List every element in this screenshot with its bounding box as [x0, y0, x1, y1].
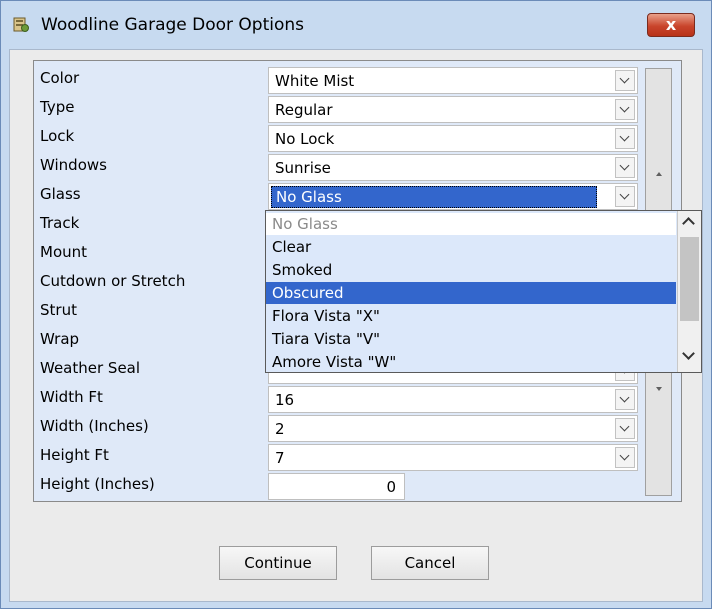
title-bar[interactable]: Woodline Garage Door Options x	[1, 1, 711, 49]
chevron-down-icon	[619, 102, 630, 113]
cell-value: No Glass	[271, 186, 597, 208]
chevron-down-icon	[619, 450, 630, 461]
dialog-window: Woodline Garage Door Options x Color Whi…	[0, 0, 712, 609]
dropdown-button[interactable]	[615, 70, 635, 91]
option-label: Amore Vista "W"	[272, 353, 397, 371]
option-label: Clear	[272, 238, 312, 256]
row-label: Cutdown or Stretch	[40, 272, 186, 290]
chevron-down-icon	[619, 392, 630, 403]
glass-select[interactable]: No Glass	[268, 183, 638, 210]
row-width-ft: Width Ft 16	[34, 384, 639, 413]
chevron-down-icon	[619, 131, 630, 142]
close-icon: x	[665, 15, 677, 34]
row-label: Lock	[40, 127, 75, 145]
lock-select[interactable]: No Lock	[268, 125, 638, 152]
row-height-ft: Height Ft 7	[34, 442, 639, 471]
scroll-up-icon[interactable]	[656, 172, 662, 176]
row-lock: Lock No Lock	[34, 123, 639, 152]
chevron-down-icon	[619, 160, 630, 171]
window-title: Woodline Garage Door Options	[41, 15, 305, 35]
row-label: Height Ft	[40, 446, 109, 464]
app-icon	[13, 17, 29, 32]
cell-value: 16	[275, 391, 295, 409]
row-label: Track	[40, 214, 80, 232]
height-inches-input[interactable]: 0	[268, 473, 405, 500]
row-label: Width Ft	[40, 388, 103, 406]
scrollbar-thumb[interactable]	[680, 237, 699, 321]
chevron-down-icon	[619, 421, 630, 432]
cell-value: Sunrise	[275, 159, 331, 177]
height-ft-select[interactable]: 7	[268, 444, 638, 471]
dropdown-button[interactable]	[615, 447, 635, 468]
row-color: Color White Mist	[34, 65, 639, 94]
row-label: Height (Inches)	[40, 475, 155, 493]
type-select[interactable]: Regular	[268, 96, 638, 123]
dropdown-option[interactable]: Smoked	[266, 259, 676, 281]
cell-value: No Lock	[275, 130, 335, 148]
cell-value: Regular	[275, 101, 333, 119]
cancel-button[interactable]: Cancel	[371, 546, 489, 580]
cell-value: 2	[275, 420, 285, 438]
chevron-up-icon[interactable]	[682, 217, 695, 230]
dropdown-button[interactable]	[615, 157, 635, 178]
row-label: Mount	[40, 243, 88, 261]
cell-value: 0	[386, 478, 396, 496]
row-label: Strut	[40, 301, 77, 319]
chevron-down-icon	[619, 189, 630, 200]
row-label: Width (Inches)	[40, 417, 149, 435]
dropdown-option[interactable]: Flora Vista "X"	[266, 305, 676, 327]
width-inches-select[interactable]: 2	[268, 415, 638, 442]
option-label: Flora Vista "X"	[272, 307, 380, 325]
row-label: Color	[40, 69, 80, 87]
windows-select[interactable]: Sunrise	[268, 154, 638, 181]
dropdown-button[interactable]	[615, 186, 635, 207]
chevron-down-icon	[619, 73, 630, 84]
row-height-inches: Height (Inches) 0	[34, 471, 639, 500]
close-button[interactable]: x	[647, 13, 695, 37]
dropdown-option-highlighted[interactable]: Obscured	[266, 282, 676, 304]
row-glass: Glass No Glass	[34, 181, 639, 210]
cell-value: White Mist	[275, 72, 355, 90]
dropdown-button[interactable]	[615, 99, 635, 120]
dropdown-button[interactable]	[615, 389, 635, 410]
row-label: Windows	[40, 156, 107, 174]
dropdown-option[interactable]: Tiara Vista "V"	[266, 328, 676, 350]
width-ft-select[interactable]: 16	[268, 386, 638, 413]
cell-value: 7	[275, 449, 285, 467]
option-label: No Glass	[272, 215, 338, 233]
row-label: Weather Seal	[40, 359, 141, 377]
color-select[interactable]: White Mist	[268, 67, 638, 94]
dropdown-scrollbar[interactable]	[677, 211, 701, 372]
dropdown-option[interactable]: Amore Vista "W"	[266, 351, 676, 373]
scroll-down-icon[interactable]	[656, 387, 662, 391]
dropdown-option[interactable]: Clear	[266, 236, 676, 258]
row-windows: Windows Sunrise	[34, 152, 639, 181]
glass-dropdown-list[interactable]: No Glass Clear Smoked Obscured Flora Vis…	[265, 210, 702, 373]
row-label: Type	[40, 98, 75, 116]
continue-button[interactable]: Continue	[219, 546, 337, 580]
option-label: Smoked	[272, 261, 333, 279]
dropdown-button[interactable]	[615, 418, 635, 439]
chevron-down-icon[interactable]	[682, 347, 695, 360]
option-label: Obscured	[272, 284, 344, 302]
row-label: Glass	[40, 185, 81, 203]
dropdown-option[interactable]: No Glass	[266, 213, 676, 235]
row-label: Wrap	[40, 330, 80, 348]
row-type: Type Regular	[34, 94, 639, 123]
row-width-inches: Width (Inches) 2	[34, 413, 639, 442]
option-label: Tiara Vista "V"	[272, 330, 381, 348]
dropdown-button[interactable]	[615, 128, 635, 149]
